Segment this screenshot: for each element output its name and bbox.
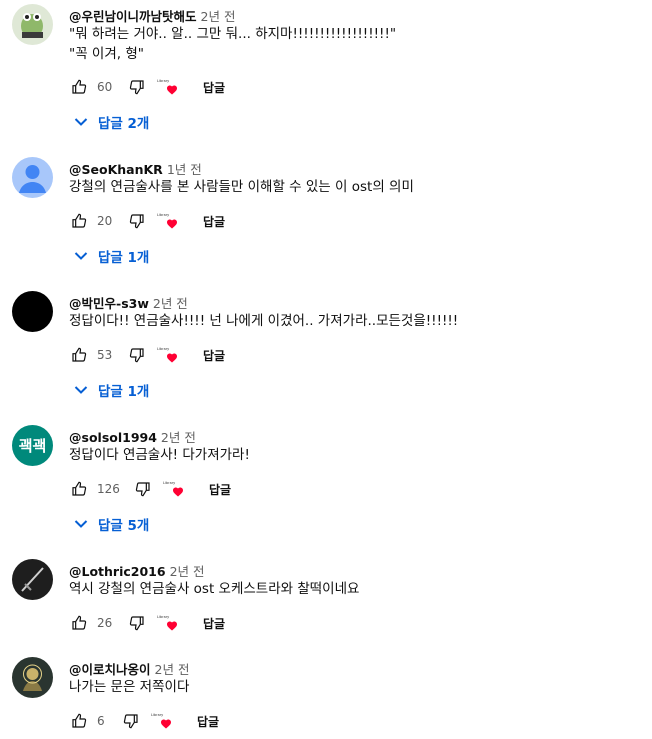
creator-heart-badge: Library [163, 478, 191, 500]
comment-author[interactable]: @solsol1994 [69, 430, 157, 445]
comment-time[interactable]: 2년 전 [155, 662, 190, 677]
comment-actions: 26 Library 답글 [69, 611, 225, 635]
comment-header: @solsol1994 2년 전 [69, 427, 196, 446]
comment-header: @우린남이니까남탓해도 2년 전 [69, 6, 235, 25]
reply-button[interactable]: 답글 [203, 79, 225, 96]
replies-count-label: 답글 1개 [98, 384, 150, 400]
like-count: 53 [97, 348, 113, 362]
badge-label: Library [157, 615, 170, 619]
thumbs-up-icon[interactable] [69, 479, 89, 499]
comment-actions: 6 Library 답글 [69, 709, 219, 733]
like-count: 20 [97, 214, 113, 228]
thumbs-down-icon[interactable] [133, 479, 153, 499]
comment-header: @Lothric2016 2년 전 [69, 561, 205, 580]
creator-heart-badge: Library [157, 76, 185, 98]
avatar[interactable] [12, 291, 53, 332]
badge-label: Library [163, 481, 176, 485]
comment-time[interactable]: 1년 전 [167, 162, 202, 177]
comment-author[interactable]: @이로치나옹이 [69, 662, 151, 677]
creator-heart-icon [173, 487, 183, 497]
badge-label: Library [157, 347, 170, 351]
comment-author[interactable]: @SeoKhanKR [69, 162, 163, 177]
thumbs-up-icon[interactable] [69, 77, 89, 97]
replies-count-label: 답글 5개 [98, 518, 150, 534]
creator-heart-badge: Library [157, 612, 185, 634]
comment-header: @이로치나옹이 2년 전 [69, 659, 189, 678]
reply-button[interactable]: 답글 [209, 481, 231, 498]
badge-label: Library [157, 213, 170, 217]
reply-button[interactable]: 답글 [203, 213, 225, 230]
default-user-icon [19, 165, 46, 193]
like-count: 126 [97, 482, 120, 496]
creator-heart-icon [167, 353, 177, 363]
badge-label: Library [157, 79, 170, 83]
reply-button[interactable]: 답글 [203, 347, 225, 364]
chevron-down-icon [74, 385, 88, 395]
creator-heart-icon [167, 219, 177, 229]
thumbs-down-icon[interactable] [121, 711, 141, 731]
thumbs-up-icon[interactable] [69, 211, 89, 231]
thumbs-up-icon[interactable] [69, 345, 89, 365]
comment-text: 정답이다 연금술사! 다가져가라! [69, 447, 250, 463]
avatar[interactable] [12, 4, 53, 45]
replies-count-label: 답글 1개 [98, 250, 150, 266]
comment-header: @SeoKhanKR 1년 전 [69, 159, 202, 178]
thumbs-down-icon[interactable] [127, 345, 147, 365]
chevron-down-icon [74, 251, 88, 261]
reply-button[interactable]: 답글 [203, 615, 225, 632]
comment-author[interactable]: @박민우-s3w [69, 296, 149, 311]
comment-text: 강철의 연금술사를 본 사람들만 이해할 수 있는 이 ost의 의미 [69, 179, 414, 195]
comment-text: 나가는 문은 저쪽이다 [69, 679, 190, 695]
avatar[interactable] [12, 157, 53, 198]
replies-count-label: 답글 2개 [98, 116, 150, 132]
avatar[interactable] [12, 559, 53, 600]
avatar-initials: 괙괙 [18, 437, 47, 455]
sword-avatar-icon [21, 567, 44, 592]
avatar[interactable]: 괙괙 [12, 425, 53, 466]
thumbs-up-icon[interactable] [69, 711, 89, 731]
thumbs-down-icon[interactable] [127, 211, 147, 231]
creator-heart-badge: Library [151, 710, 179, 732]
comment-header: @박민우-s3w 2년 전 [69, 293, 188, 312]
show-replies-button[interactable]: 답글 1개 [74, 246, 149, 266]
comment-actions: 53 Library 답글 [69, 343, 225, 367]
comment-time[interactable]: 2년 전 [153, 296, 188, 311]
creator-heart-icon [161, 719, 171, 729]
chevron-down-icon [74, 519, 88, 529]
comment-time[interactable]: 2년 전 [170, 564, 205, 579]
thumbs-down-icon[interactable] [127, 77, 147, 97]
comment-actions: 126 Library 답글 [69, 477, 231, 501]
like-count: 60 [97, 80, 113, 94]
creator-heart-badge: Library [157, 210, 185, 232]
comment-author[interactable]: @Lothric2016 [69, 564, 166, 579]
show-replies-button[interactable]: 답글 5개 [74, 514, 149, 534]
comment-text: 정답이다!! 연금술사!!!! 넌 나에게 이겼어.. 가져가라..모든것을!!… [69, 313, 459, 329]
comment-actions: 60 Library 답글 [69, 75, 225, 99]
frog-avatar-icon [21, 13, 43, 38]
like-count: 26 [97, 616, 113, 630]
reply-button[interactable]: 답글 [197, 713, 219, 730]
badge-label: Library [151, 713, 164, 717]
creator-heart-icon [167, 85, 177, 95]
show-replies-button[interactable]: 답글 2개 [74, 112, 149, 132]
comment-text: 역시 강철의 연금술사 ost 오케스트라와 찰떡이네요 [69, 581, 360, 597]
character-avatar-icon [23, 664, 42, 691]
show-replies-button[interactable]: 답글 1개 [74, 380, 149, 400]
comment-time[interactable]: 2년 전 [161, 430, 196, 445]
thumbs-up-icon[interactable] [69, 613, 89, 633]
comment-actions: 20 Library 답글 [69, 209, 225, 233]
thumbs-down-icon[interactable] [127, 613, 147, 633]
creator-heart-badge: Library [157, 344, 185, 366]
comment-text: "뭐 하려는 거야.. 알.. 그만 둬... 하지마!!!!!!!!!!!!!… [69, 26, 397, 62]
creator-heart-icon [167, 621, 177, 631]
chevron-down-icon [74, 117, 88, 127]
comment-time[interactable]: 2년 전 [201, 9, 236, 24]
like-count: 6 [97, 714, 105, 728]
avatar[interactable] [12, 657, 53, 698]
comment-author[interactable]: @우린남이니까남탓해도 [69, 9, 197, 24]
